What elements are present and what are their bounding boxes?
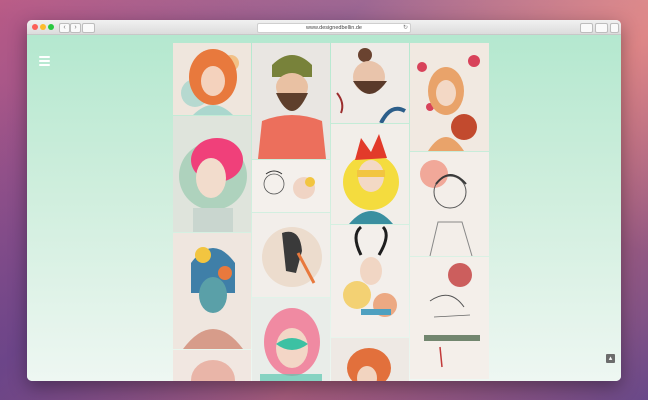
forward-button[interactable]: › [70,23,81,33]
page-content: ▴ [27,35,621,381]
gallery-tile-redhead-partial[interactable] [173,350,251,381]
scroll-to-top-button[interactable]: ▴ [606,354,615,363]
gallery-tile-pink-haired-butterfly-mask[interactable] [252,298,330,381]
minimize-window-icon[interactable] [40,24,46,30]
share-icon[interactable] [580,23,593,33]
gallery-tile-pink-haired-girl[interactable] [173,116,251,232]
gallery-tile-small-faces-sketch[interactable] [252,160,330,212]
gallery-tile-yellow-mask-red-hair[interactable] [331,124,409,224]
gallery-tile-bearded-man-beanie[interactable] [252,43,330,159]
gallery-tile-horned-figure-collage[interactable] [331,225,409,337]
browser-titlebar: ‹ › www.designedbellin.de ↻ [27,20,621,35]
gallery-tile-girl-with-planets[interactable] [410,43,489,151]
sidebar-toggle-icon[interactable] [82,23,95,33]
new-tab-icon[interactable] [610,23,619,33]
gallery-tile-blue-helmet-figure[interactable] [173,233,251,349]
hamburger-menu-icon[interactable] [39,56,50,68]
gallery-tile-red-haired-girl[interactable] [173,43,251,115]
gallery-tile-red-curly-hair-partial[interactable] [331,338,409,381]
zoom-window-icon[interactable] [48,24,54,30]
url-text: www.designedbellin.de [306,25,362,31]
gallery-tile-girl-profile-circle[interactable] [252,213,330,297]
illustration-gallery [173,43,489,381]
gallery-tile-man-bun-portrait[interactable] [331,43,409,123]
browser-window: ‹ › www.designedbellin.de ↻ ▴ [27,20,621,381]
reload-icon[interactable]: ↻ [403,24,408,32]
close-window-icon[interactable] [32,24,38,30]
address-bar[interactable]: www.designedbellin.de ↻ [257,23,411,33]
back-button[interactable]: ‹ [59,23,70,33]
gallery-tile-curly-haired-man-sketch[interactable] [410,152,489,256]
gallery-tile-red-flower-profile-sketch[interactable] [410,257,489,379]
tabs-icon[interactable] [595,23,608,33]
